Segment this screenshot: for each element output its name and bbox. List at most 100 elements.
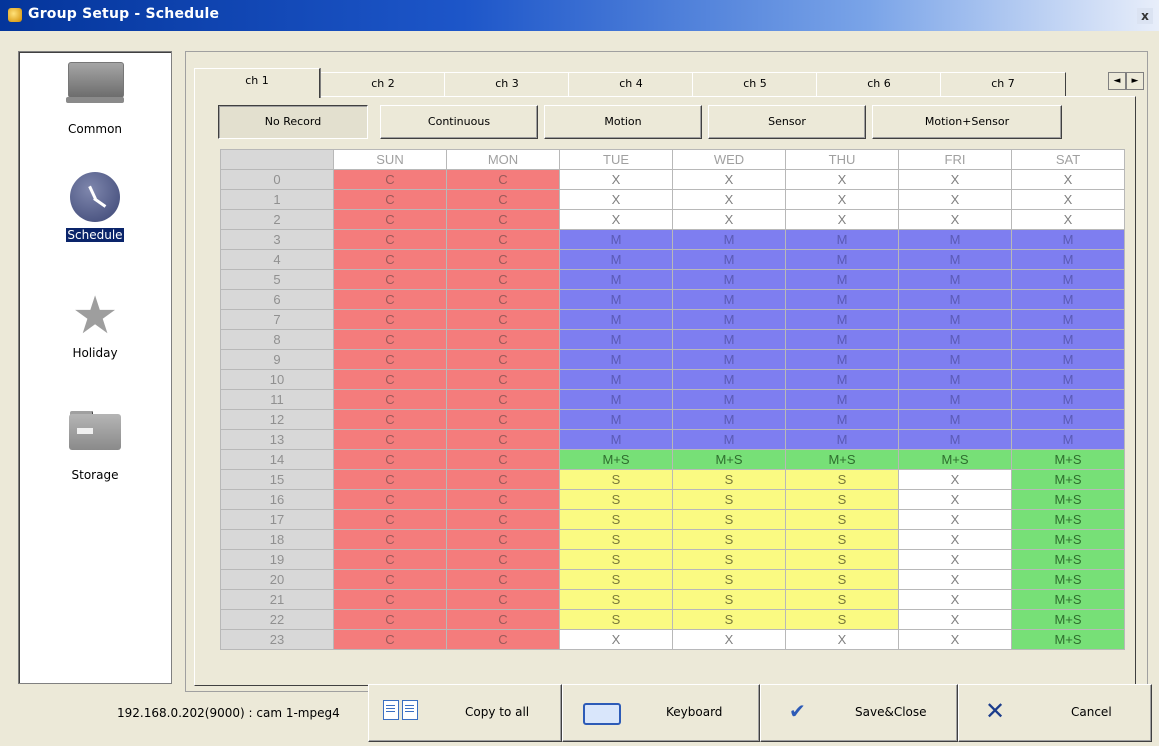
hour-label[interactable]: 12 <box>220 409 334 430</box>
schedule-cell[interactable]: C <box>333 369 447 390</box>
sidebar-item-common[interactable]: Common <box>19 62 171 136</box>
schedule-cell[interactable]: M <box>785 389 899 410</box>
schedule-cell[interactable]: C <box>333 489 447 510</box>
schedule-cell[interactable]: M <box>672 389 786 410</box>
schedule-cell[interactable]: M <box>672 269 786 290</box>
schedule-cell[interactable]: C <box>446 449 560 470</box>
schedule-cell[interactable]: X <box>672 629 786 650</box>
hour-label[interactable]: 1 <box>220 189 334 210</box>
hour-label[interactable]: 15 <box>220 469 334 490</box>
schedule-cell[interactable]: S <box>785 549 899 570</box>
schedule-cell[interactable]: X <box>1011 169 1125 190</box>
schedule-cell[interactable]: M <box>672 309 786 330</box>
schedule-cell[interactable]: C <box>446 269 560 290</box>
schedule-cell[interactable]: S <box>785 589 899 610</box>
schedule-cell[interactable]: M <box>672 349 786 370</box>
tab-ch4[interactable]: ch 4 <box>568 72 694 97</box>
schedule-cell[interactable]: C <box>333 229 447 250</box>
schedule-cell[interactable]: M+S <box>1011 489 1125 510</box>
schedule-cell[interactable]: M <box>898 329 1012 350</box>
schedule-cell[interactable]: M <box>898 389 1012 410</box>
schedule-cell[interactable]: C <box>333 169 447 190</box>
schedule-cell[interactable]: M <box>1011 369 1125 390</box>
schedule-cell[interactable]: M <box>1011 349 1125 370</box>
motion-button[interactable]: Motion <box>544 105 702 139</box>
schedule-cell[interactable]: C <box>333 249 447 270</box>
schedule-cell[interactable]: C <box>446 429 560 450</box>
schedule-cell[interactable]: C <box>333 509 447 530</box>
motion-sensor-button[interactable]: Motion+Sensor <box>872 105 1062 139</box>
schedule-cell[interactable]: M <box>559 329 673 350</box>
schedule-cell[interactable]: M+S <box>1011 589 1125 610</box>
schedule-cell[interactable]: X <box>898 609 1012 630</box>
schedule-cell[interactable]: M <box>559 229 673 250</box>
sidebar-item-schedule[interactable]: Schedule <box>19 172 171 243</box>
schedule-cell[interactable]: C <box>446 329 560 350</box>
schedule-cell[interactable]: C <box>333 629 447 650</box>
schedule-cell[interactable]: X <box>898 589 1012 610</box>
tab-ch5[interactable]: ch 5 <box>692 72 818 97</box>
schedule-cell[interactable]: X <box>785 169 899 190</box>
schedule-cell[interactable]: M <box>1011 249 1125 270</box>
schedule-cell[interactable]: C <box>333 469 447 490</box>
schedule-cell[interactable]: C <box>446 369 560 390</box>
schedule-cell[interactable]: M <box>672 369 786 390</box>
schedule-cell[interactable]: S <box>559 509 673 530</box>
tab-ch2[interactable]: ch 2 <box>320 72 446 97</box>
schedule-cell[interactable]: C <box>333 189 447 210</box>
schedule-cell[interactable]: C <box>446 609 560 630</box>
hour-label[interactable]: 11 <box>220 389 334 410</box>
hour-label[interactable]: 19 <box>220 549 334 570</box>
schedule-cell[interactable]: M <box>1011 289 1125 310</box>
hour-label[interactable]: 20 <box>220 569 334 590</box>
schedule-cell[interactable]: X <box>898 489 1012 510</box>
hour-label[interactable]: 23 <box>220 629 334 650</box>
schedule-cell[interactable]: C <box>333 589 447 610</box>
tab-ch7[interactable]: ch 7 <box>940 72 1066 97</box>
hour-label[interactable]: 4 <box>220 249 334 270</box>
schedule-cell[interactable]: S <box>672 469 786 490</box>
schedule-cell[interactable]: M <box>785 309 899 330</box>
schedule-cell[interactable]: C <box>446 289 560 310</box>
schedule-cell[interactable]: X <box>672 169 786 190</box>
schedule-cell[interactable]: M <box>898 269 1012 290</box>
schedule-cell[interactable]: M <box>898 249 1012 270</box>
hour-label[interactable]: 0 <box>220 169 334 190</box>
schedule-cell[interactable]: C <box>333 409 447 430</box>
day-header[interactable]: SAT <box>1011 149 1125 170</box>
day-header[interactable]: SUN <box>333 149 447 170</box>
tab-ch1[interactable]: ch 1 <box>194 68 320 98</box>
hour-label[interactable]: 8 <box>220 329 334 350</box>
schedule-cell[interactable]: S <box>785 489 899 510</box>
schedule-cell[interactable]: C <box>446 389 560 410</box>
schedule-cell[interactable]: X <box>559 209 673 230</box>
schedule-cell[interactable]: X <box>1011 209 1125 230</box>
no-record-button[interactable]: No Record <box>218 105 368 139</box>
schedule-cell[interactable]: M+S <box>559 449 673 470</box>
schedule-cell[interactable]: X <box>898 529 1012 550</box>
schedule-cell[interactable]: S <box>785 469 899 490</box>
schedule-cell[interactable]: M <box>559 369 673 390</box>
schedule-cell[interactable]: X <box>559 629 673 650</box>
schedule-cell[interactable]: M <box>898 229 1012 250</box>
schedule-cell[interactable]: C <box>446 549 560 570</box>
schedule-cell[interactable]: C <box>446 409 560 430</box>
schedule-cell[interactable]: M <box>785 229 899 250</box>
schedule-cell[interactable]: C <box>333 529 447 550</box>
hour-label[interactable]: 9 <box>220 349 334 370</box>
schedule-cell[interactable]: C <box>446 489 560 510</box>
schedule-cell[interactable]: C <box>446 569 560 590</box>
schedule-cell[interactable]: C <box>333 389 447 410</box>
schedule-cell[interactable]: X <box>559 169 673 190</box>
schedule-cell[interactable]: C <box>446 229 560 250</box>
schedule-cell[interactable]: M <box>785 409 899 430</box>
schedule-cell[interactable]: M <box>559 389 673 410</box>
schedule-cell[interactable]: C <box>446 529 560 550</box>
continuous-button[interactable]: Continuous <box>380 105 538 139</box>
schedule-cell[interactable]: M <box>1011 329 1125 350</box>
schedule-cell[interactable]: C <box>333 549 447 570</box>
schedule-cell[interactable]: M+S <box>1011 549 1125 570</box>
schedule-cell[interactable]: X <box>672 189 786 210</box>
day-header[interactable]: WED <box>672 149 786 170</box>
save-close-button[interactable]: ✔ Save&Close <box>760 684 958 742</box>
